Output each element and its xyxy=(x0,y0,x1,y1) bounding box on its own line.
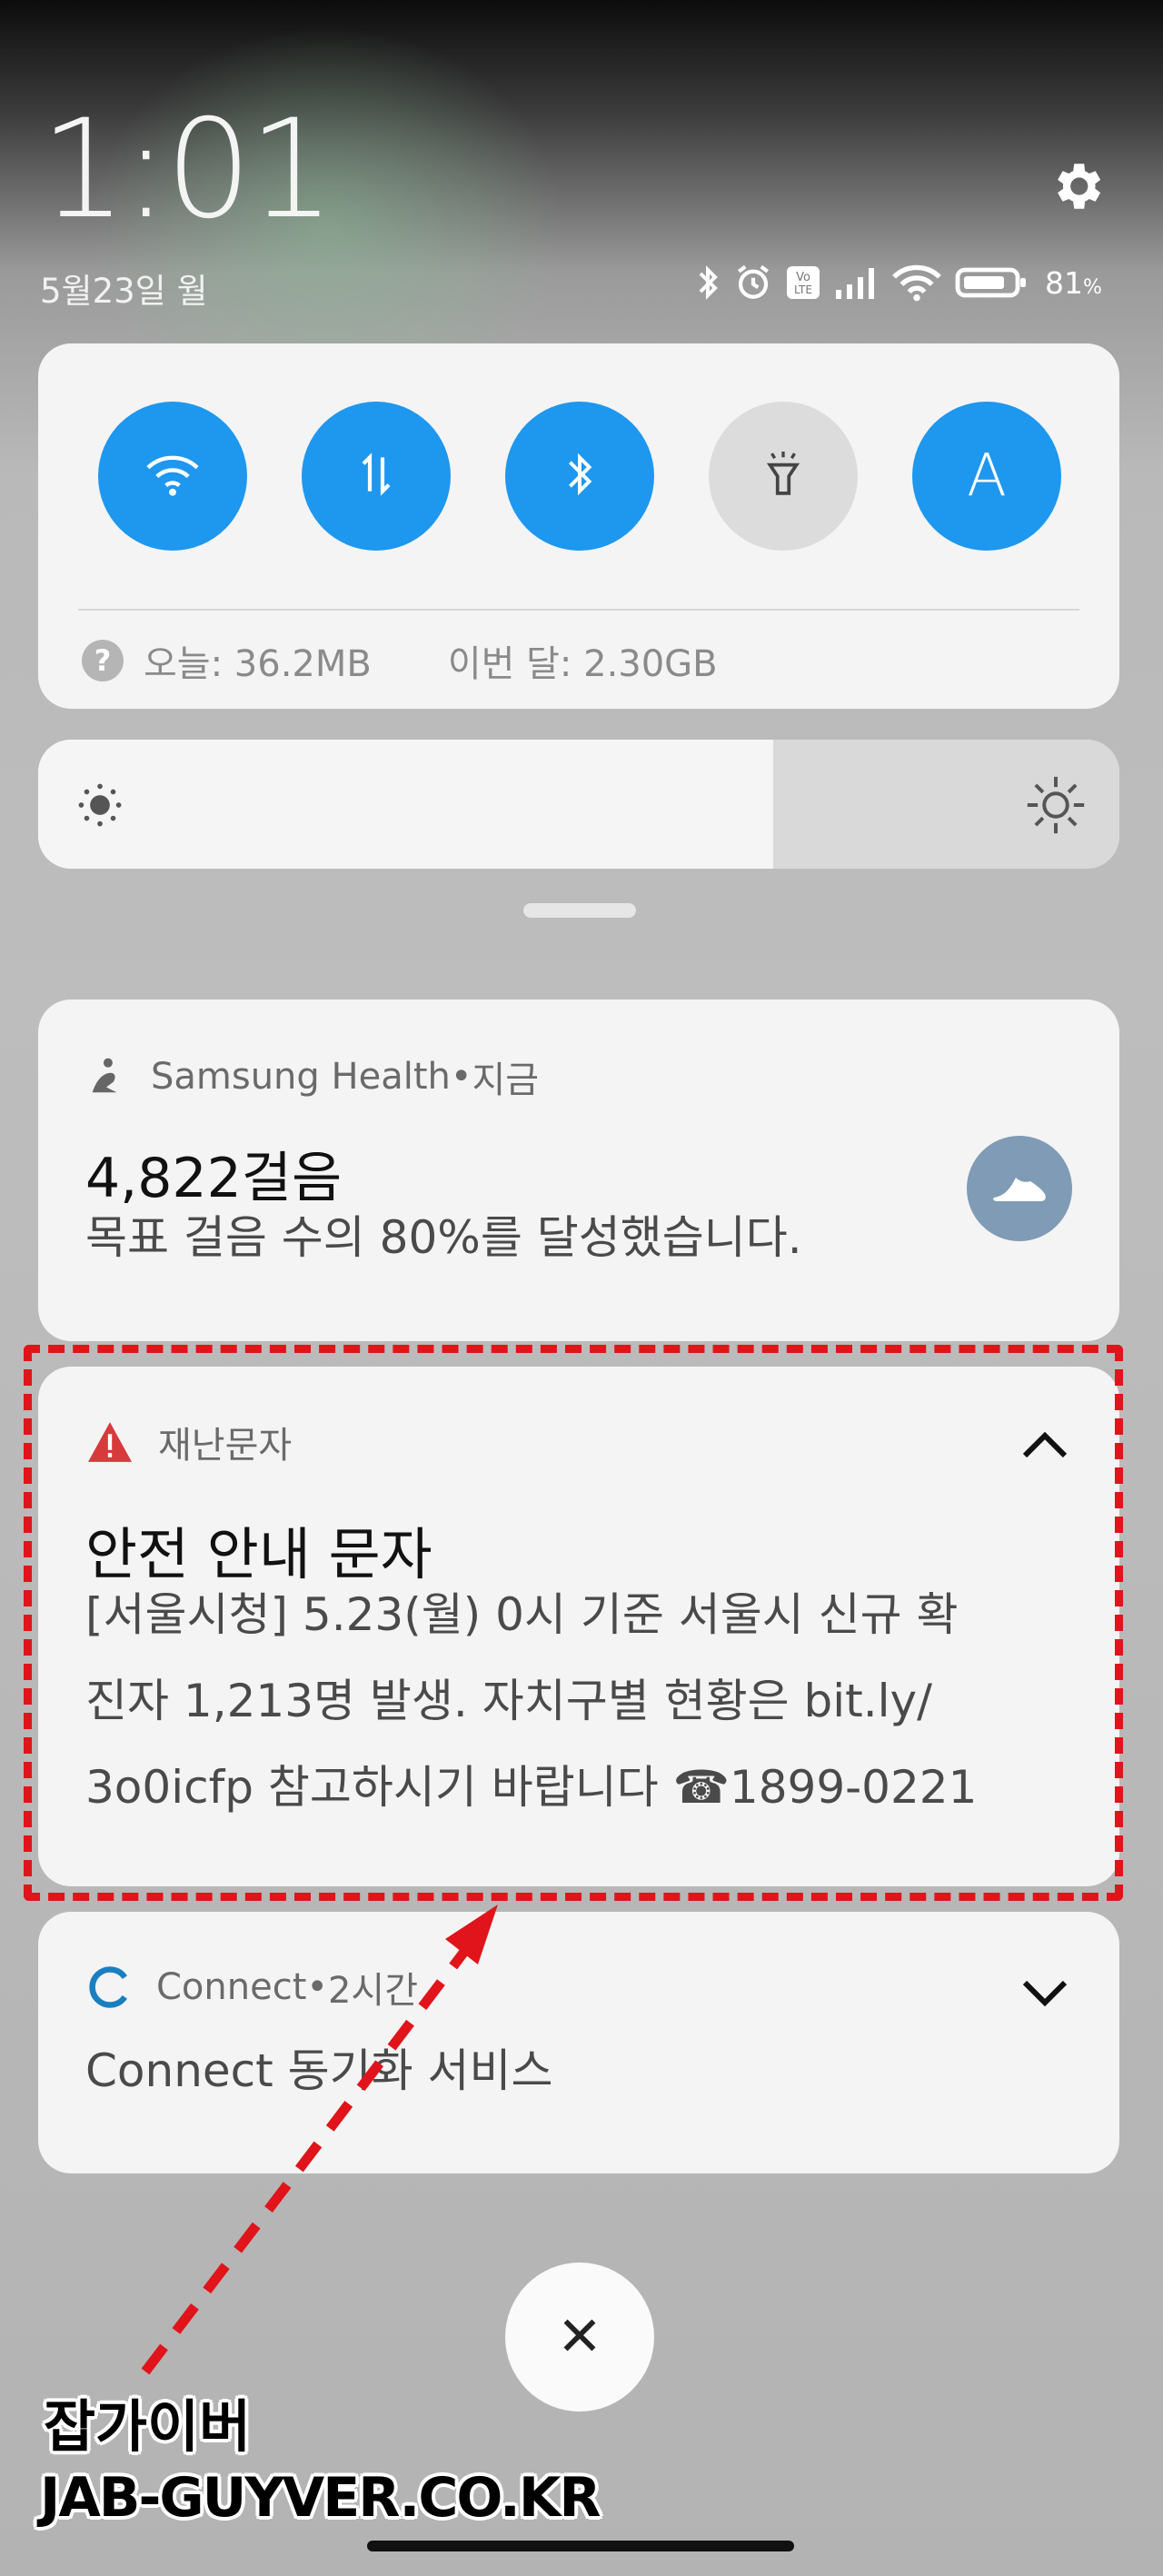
volte-icon: Vo LTE xyxy=(785,264,821,301)
highlight-box xyxy=(24,1345,1123,1901)
data-usage-today: 오늘: 36.2MB xyxy=(144,643,372,685)
app-name: Connect xyxy=(156,1966,307,2008)
battery-unit: % xyxy=(1083,275,1102,299)
battery-icon xyxy=(954,264,1029,301)
separator: • xyxy=(450,1056,472,1098)
notification-samsung-health[interactable]: Samsung Health • 지금 4,822걸음 목표 걸음 수의 80%… xyxy=(38,1000,1119,1341)
brightness-fill xyxy=(38,740,774,869)
wifi-status-icon xyxy=(892,264,941,302)
brightness-high-icon xyxy=(1025,774,1087,840)
samsung-health-icon xyxy=(85,1056,127,1098)
watermark-title: 잡가이버 xyxy=(44,2393,252,2460)
bluetooth-icon xyxy=(560,448,600,504)
mobile-data-toggle[interactable] xyxy=(302,402,451,551)
wifi-icon xyxy=(144,452,202,501)
clear-all-button[interactable] xyxy=(505,2263,654,2412)
flashlight-toggle[interactable] xyxy=(709,402,858,551)
flashlight-icon xyxy=(760,449,806,503)
notification-time: 지금 xyxy=(472,1059,540,1101)
watermark-url: JAB-GUYVER.CO.KR xyxy=(40,2466,601,2530)
wifi-toggle[interactable] xyxy=(98,402,247,551)
help-icon: ? xyxy=(82,640,124,681)
settings-gear-icon[interactable] xyxy=(1047,156,1107,216)
data-usage[interactable]: ? 오늘: 36.2MB 이번 달: 2.30GB xyxy=(82,634,718,687)
expand-chevron-down-icon[interactable] xyxy=(1018,1974,1072,2010)
signal-icon xyxy=(834,264,880,301)
brightness-slider[interactable] xyxy=(38,740,1119,869)
bluetooth-toggle[interactable] xyxy=(505,402,654,551)
svg-text:LTE: LTE xyxy=(794,283,812,296)
panel-drag-handle[interactable] xyxy=(523,903,636,918)
auto-brightness-toggle[interactable]: A xyxy=(912,402,1061,551)
status-bar-icons: Vo LTE 81% xyxy=(694,260,1102,305)
notification-title: 4,822걸음 xyxy=(85,1147,343,1210)
battery-percentage: 81% xyxy=(1045,265,1102,301)
quick-settings-panel: A ? 오늘: 36.2MB 이번 달: 2.30GB xyxy=(38,343,1119,709)
notification-body: 목표 걸음 수의 80%를 달성했습니다. xyxy=(85,1211,802,1264)
app-name: Samsung Health xyxy=(151,1056,451,1098)
alarm-icon xyxy=(734,263,772,303)
data-arrows-icon xyxy=(351,449,402,503)
letter-a-icon: A xyxy=(967,443,1007,510)
shoe-icon xyxy=(967,1136,1072,1241)
divider xyxy=(78,609,1079,611)
battery-value: 81 xyxy=(1045,264,1083,301)
notification-body: Connect 동기화 서비스 xyxy=(85,2044,553,2097)
date: 5월23일 월 xyxy=(40,272,208,311)
connect-sync-icon xyxy=(85,1964,133,2011)
svg-text:Vo: Vo xyxy=(796,271,810,284)
clock: 1:01 xyxy=(40,91,335,249)
home-indicator[interactable] xyxy=(367,2541,794,2551)
notification-header: Samsung Health • 지금 xyxy=(85,1050,539,1103)
brightness-low-icon xyxy=(76,781,124,832)
data-usage-month: 이번 달: 2.30GB xyxy=(447,643,718,685)
notification-connect[interactable]: Connect • 2시간 Connect 동기화 서비스 xyxy=(38,1912,1119,2173)
notification-time: 2시간 xyxy=(327,1970,419,2012)
bluetooth-status-icon xyxy=(694,263,721,303)
close-icon xyxy=(560,2315,600,2359)
separator: • xyxy=(306,1966,328,2008)
notification-header: Connect • 2시간 xyxy=(85,1961,418,2014)
